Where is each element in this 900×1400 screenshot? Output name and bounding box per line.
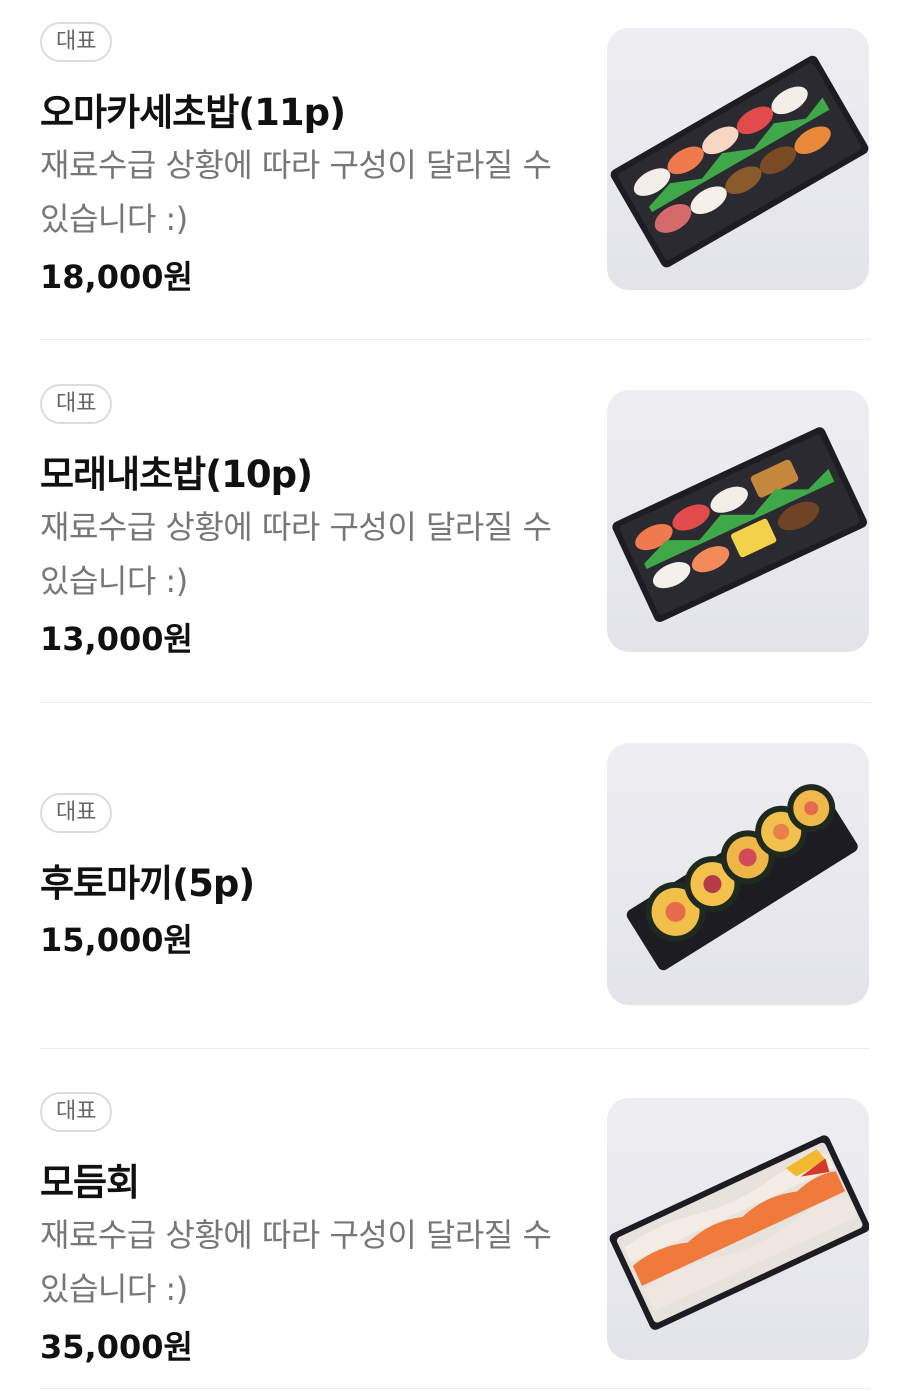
signature-badge: 대표 bbox=[40, 22, 113, 62]
menu-item-title: 모래내초밥(10p) bbox=[40, 453, 313, 496]
sushi-platter-tray-image bbox=[607, 390, 869, 652]
futomaki-roll-tray-image bbox=[607, 743, 869, 1005]
menu-item-description: 재료수급 상황에 따라 구성이 달라질 수 있습니다 :) bbox=[40, 1216, 552, 1308]
menu-item-title: 모듬회 bbox=[40, 1161, 140, 1204]
menu-item-title: 오마카세초밥(11p) bbox=[40, 91, 346, 134]
menu-item-moraenae[interactable]: 대표 모래내초밥(10p) 재료수급 상황에 따라 구성이 달라질 수 있습니다… bbox=[0, 340, 900, 702]
menu-item-title: 후토마끼(5p) bbox=[40, 862, 255, 905]
menu-item-price: 15,000원 bbox=[40, 921, 193, 959]
menu-item-description: 재료수급 상황에 따라 구성이 달라질 수 있습니다 :) bbox=[40, 508, 552, 600]
menu-item-sashimi[interactable]: 대표 모듬회 재료수급 상황에 따라 구성이 달라질 수 있습니다 :) 35,… bbox=[0, 1049, 900, 1389]
signature-badge: 대표 bbox=[40, 793, 113, 833]
menu-item-price: 35,000원 bbox=[40, 1328, 193, 1366]
menu-item-omakase[interactable]: 대표 오마카세초밥(11p) 재료수급 상황에 따라 구성이 달라질 수 있습니… bbox=[0, 0, 900, 340]
divider bbox=[40, 1388, 870, 1389]
signature-badge: 대표 bbox=[40, 1092, 113, 1132]
menu-item-price: 18,000원 bbox=[40, 258, 193, 296]
menu-item-price: 13,000원 bbox=[40, 620, 193, 658]
signature-badge: 대표 bbox=[40, 384, 113, 424]
menu-item-description: 재료수급 상황에 따라 구성이 달라질 수 있습니다 :) bbox=[40, 146, 552, 238]
nigiri-sushi-tray-image bbox=[607, 28, 869, 290]
menu-item-futomaki[interactable]: 대표 후토마끼(5p) 15,000원 bbox=[0, 703, 900, 1048]
menu-list: 대표 오마카세초밥(11p) 재료수급 상황에 따라 구성이 달라질 수 있습니… bbox=[0, 0, 900, 1400]
sashimi-platter-tray-image bbox=[607, 1098, 869, 1360]
